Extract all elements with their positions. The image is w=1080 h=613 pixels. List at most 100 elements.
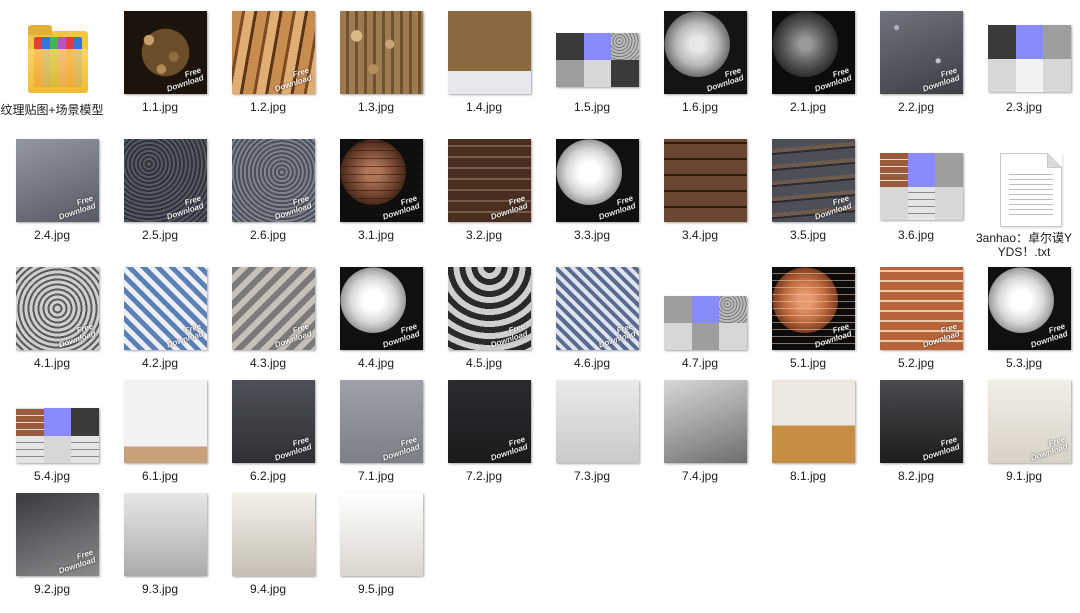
image-file-item[interactable]: Free Download 3.1.jpg — [324, 139, 428, 259]
watermark: Free Download — [165, 321, 205, 350]
watermark: Free Download — [705, 65, 745, 94]
image-file-item[interactable]: 1.3.jpg — [324, 11, 428, 131]
file-name-label: 9.3.jpg — [141, 582, 179, 596]
file-name-label: 9.4.jpg — [249, 582, 287, 596]
image-thumbnail: Free Download — [772, 139, 855, 222]
image-file-item[interactable]: 1.5.jpg — [540, 11, 644, 131]
image-file-item[interactable]: Free Download 4.1.jpg — [0, 267, 104, 387]
image-thumbnail: Free Download — [232, 267, 315, 350]
file-name-label: 1.1.jpg — [141, 100, 179, 114]
image-file-item[interactable]: 9.4.jpg — [216, 493, 320, 613]
texture-map-sheet-thumbnail — [988, 25, 1071, 92]
image-file-item[interactable]: Free Download 2.2.jpg — [864, 11, 968, 131]
image-file-item[interactable]: 2.3.jpg — [972, 11, 1076, 131]
image-file-item[interactable]: Free Download 8.2.jpg — [864, 380, 968, 500]
file-name-label: 2.2.jpg — [897, 100, 935, 114]
image-file-item[interactable]: Free Download 4.6.jpg — [540, 267, 644, 387]
file-name-label: 6.1.jpg — [141, 469, 179, 483]
file-name-label: 2.3.jpg — [1005, 100, 1043, 114]
file-name-label: 8.1.jpg — [789, 469, 827, 483]
map-tile — [16, 435, 44, 463]
image-file-item[interactable]: Free Download 7.1.jpg — [324, 380, 428, 500]
map-tile — [611, 60, 639, 87]
map-tile — [556, 60, 584, 87]
file-name-label: 9.5.jpg — [357, 582, 395, 596]
image-file-item[interactable]: Free Download 2.6.jpg — [216, 139, 320, 259]
map-tile — [935, 186, 963, 220]
file-name-label: 6.2.jpg — [249, 469, 287, 483]
file-name-label: 2.5.jpg — [141, 228, 179, 242]
file-name-label: 3.5.jpg — [789, 228, 827, 242]
watermark: Free Download — [273, 434, 313, 463]
image-file-item[interactable]: Free Download 9.2.jpg — [0, 493, 104, 613]
file-name-label: 2.4.jpg — [33, 228, 71, 242]
image-thumbnail: Free Download — [232, 139, 315, 222]
image-thumbnail: Free Download — [664, 11, 747, 94]
image-file-item[interactable]: Free Download 2.5.jpg — [108, 139, 212, 259]
image-thumbnail — [340, 493, 423, 576]
map-tile — [71, 435, 99, 463]
map-tile — [988, 58, 1016, 92]
image-file-item[interactable]: Free Download 4.4.jpg — [324, 267, 428, 387]
map-tile — [935, 153, 963, 187]
map-tile — [1043, 58, 1071, 92]
file-name-label: 4.5.jpg — [465, 356, 503, 370]
image-file-item[interactable]: Free Download 1.1.jpg — [108, 11, 212, 131]
image-thumbnail — [340, 11, 423, 94]
texture-map-sheet-thumbnail — [880, 153, 963, 220]
image-file-item[interactable]: 3.4.jpg — [648, 139, 752, 259]
image-file-item[interactable]: Free Download 4.2.jpg — [108, 267, 212, 387]
file-name-label: 1.2.jpg — [249, 100, 287, 114]
image-thumbnail: Free Download — [232, 380, 315, 463]
image-file-item[interactable]: Free Download 3.3.jpg — [540, 139, 644, 259]
image-file-item[interactable]: 9.5.jpg — [324, 493, 428, 613]
file-name-label: 5.2.jpg — [897, 356, 935, 370]
image-file-item[interactable]: 8.1.jpg — [756, 380, 860, 500]
watermark: Free Download — [273, 193, 313, 222]
map-tile — [664, 296, 692, 323]
image-file-item[interactable]: Free Download 5.2.jpg — [864, 267, 968, 387]
text-file-item[interactable]: 3anhao：卓尔谟YYDS！.txt — [972, 139, 1076, 259]
watermark: Free Download — [381, 434, 421, 463]
image-file-item[interactable]: Free Download 2.1.jpg — [756, 11, 860, 131]
image-file-item[interactable]: Free Download 7.2.jpg — [432, 380, 536, 500]
image-file-item[interactable]: 9.3.jpg — [108, 493, 212, 613]
map-tile — [583, 60, 612, 87]
map-tile — [988, 25, 1016, 59]
watermark: Free Download — [165, 65, 205, 94]
image-file-item[interactable]: Free Download 2.4.jpg — [0, 139, 104, 259]
image-file-item[interactable]: Free Download 3.5.jpg — [756, 139, 860, 259]
file-name-label: 7.3.jpg — [573, 469, 611, 483]
image-file-item[interactable]: 7.3.jpg — [540, 380, 644, 500]
image-file-item[interactable]: Free Download 1.2.jpg — [216, 11, 320, 131]
image-file-item[interactable]: 5.4.jpg — [0, 380, 104, 500]
image-file-item[interactable]: Free Download 1.6.jpg — [648, 11, 752, 131]
image-file-item[interactable]: Free Download 5.1.jpg — [756, 267, 860, 387]
watermark: Free Download — [597, 193, 637, 222]
image-thumbnail: Free Download — [556, 267, 639, 350]
folder-item[interactable]: 纹理贴图+场景模型 — [0, 11, 104, 131]
image-file-item[interactable]: Free Download 4.3.jpg — [216, 267, 320, 387]
image-file-item[interactable]: 1.4.jpg — [432, 11, 536, 131]
map-tile — [691, 323, 720, 350]
image-thumbnail: Free Download — [16, 493, 99, 576]
image-file-item[interactable]: Free Download 9.1.jpg — [972, 380, 1076, 500]
image-file-item[interactable]: 7.4.jpg — [648, 380, 752, 500]
image-file-item[interactable]: Free Download 5.3.jpg — [972, 267, 1076, 387]
texture-map-sheet-thumbnail — [556, 33, 639, 87]
image-thumbnail: Free Download — [16, 139, 99, 222]
image-file-item[interactable]: Free Download 4.5.jpg — [432, 267, 536, 387]
map-tile — [719, 323, 747, 350]
image-file-item[interactable]: Free Download 3.2.jpg — [432, 139, 536, 259]
file-name-label: 8.2.jpg — [897, 469, 935, 483]
file-name-label: 3.2.jpg — [465, 228, 503, 242]
image-file-item[interactable]: Free Download 6.2.jpg — [216, 380, 320, 500]
image-file-item[interactable]: 4.7.jpg — [648, 267, 752, 387]
file-name-label: 2.6.jpg — [249, 228, 287, 242]
file-name-label: 9.1.jpg — [1005, 469, 1043, 483]
watermark: Free Download — [1029, 434, 1069, 463]
image-thumbnail — [448, 11, 531, 94]
image-file-item[interactable]: 6.1.jpg — [108, 380, 212, 500]
image-file-item[interactable]: 3.6.jpg — [864, 139, 968, 259]
watermark: Free Download — [489, 321, 529, 350]
